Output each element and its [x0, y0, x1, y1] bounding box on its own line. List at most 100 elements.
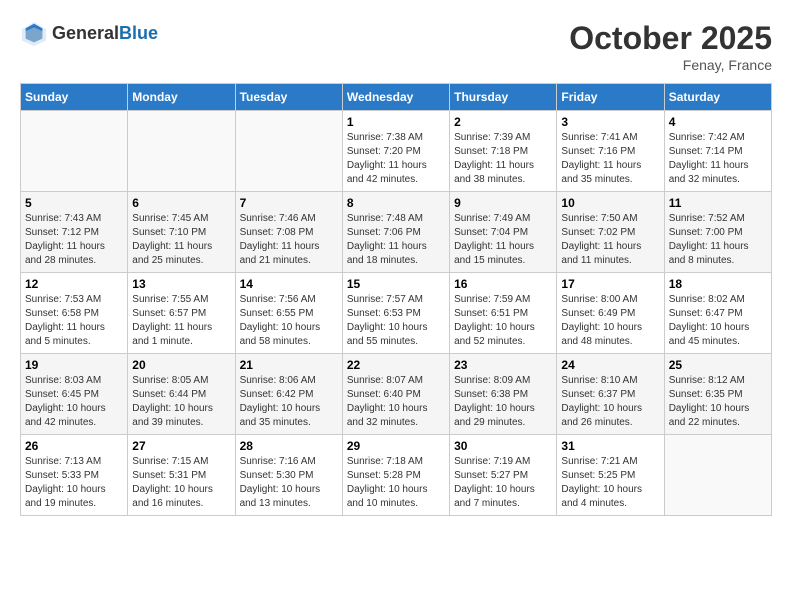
- day-number: 25: [669, 358, 767, 372]
- day-info: Sunrise: 8:10 AM Sunset: 6:37 PM Dayligh…: [561, 374, 659, 430]
- day-number: 14: [240, 277, 338, 291]
- day-number: 12: [25, 277, 123, 291]
- calendar-cell-w2-d4: 8Sunrise: 7:48 AM Sunset: 7:06 PM Daylig…: [342, 192, 449, 273]
- day-number: 24: [561, 358, 659, 372]
- day-number: 16: [454, 277, 552, 291]
- calendar-cell-w5-d4: 29 Sunrise: 7:18 AM Sunset: 5:28 PM Dayli…: [342, 435, 449, 516]
- day-info: Sunrise: 8:07 AM Sunset: 6:40 PM Dayligh…: [347, 374, 445, 430]
- day-info: Sunrise: 7:55 AM Sunset: 6:57 PM Dayligh…: [132, 293, 230, 349]
- day-info: Sunrise: 8:00 AM Sunset: 6:49 PM Dayligh…: [561, 293, 659, 349]
- calendar-cell-w1-d2: [128, 111, 235, 192]
- calendar-week-5: 26Sunrise: 7:13 AM Sunset: 5:33 PM Dayli…: [21, 435, 772, 516]
- day-number: 9: [454, 196, 552, 210]
- day-number: 19: [25, 358, 123, 372]
- calendar-cell-w1-d7: 4Sunrise: 7:42 AM Sunset: 7:14 PM Daylig…: [664, 111, 771, 192]
- day-info: Sunrise: 7:59 AM Sunset: 6:51 PM Dayligh…: [454, 293, 552, 349]
- title-block: October 2025 Fenay, France: [569, 20, 772, 73]
- day-number: 31: [561, 439, 659, 453]
- calendar-cell-w3-d3: 14 Sunrise: 7:56 AM Sunset: 6:55 PM Dayli…: [235, 273, 342, 354]
- calendar-cell-w4-d6: 24 Sunrise: 8:10 AM Sunset: 6:37 PM Dayli…: [557, 354, 664, 435]
- calendar-cell-w5-d2: 27Sunrise: 7:15 AM Sunset: 5:31 PM Dayli…: [128, 435, 235, 516]
- day-info: Sunrise: 8:09 AM Sunset: 6:38 PM Dayligh…: [454, 374, 552, 430]
- calendar-cell-w3-d5: 16 Sunrise: 7:59 AM Sunset: 6:51 PM Dayli…: [450, 273, 557, 354]
- calendar-cell-w1-d1: [21, 111, 128, 192]
- day-info: Sunrise: 7:15 AM Sunset: 5:31 PM Dayligh…: [132, 455, 230, 511]
- calendar-cell-w1-d6: 3Sunrise: 7:41 AM Sunset: 7:16 PM Daylig…: [557, 111, 664, 192]
- day-info: Sunrise: 7:16 AM Sunset: 5:30 PM Dayligh…: [240, 455, 338, 511]
- calendar: Sunday Monday Tuesday Wednesday Thursday…: [20, 83, 772, 516]
- calendar-cell-w1-d3: [235, 111, 342, 192]
- day-info: Sunrise: 7:13 AM Sunset: 5:33 PM Dayligh…: [25, 455, 123, 511]
- day-number: 18: [669, 277, 767, 291]
- day-info: Sunrise: 8:03 AM Sunset: 6:45 PM Dayligh…: [25, 374, 123, 430]
- day-number: 20: [132, 358, 230, 372]
- col-sunday: Sunday: [21, 84, 128, 111]
- day-info: Sunrise: 7:56 AM Sunset: 6:55 PM Dayligh…: [240, 293, 338, 349]
- day-number: 6: [132, 196, 230, 210]
- calendar-cell-w5-d7: [664, 435, 771, 516]
- calendar-cell-w5-d3: 28 Sunrise: 7:16 AM Sunset: 5:30 PM Dayli…: [235, 435, 342, 516]
- day-info: Sunrise: 7:41 AM Sunset: 7:16 PM Dayligh…: [561, 131, 659, 187]
- calendar-cell-w2-d2: 6Sunrise: 7:45 AM Sunset: 7:10 PM Daylig…: [128, 192, 235, 273]
- day-info: Sunrise: 7:57 AM Sunset: 6:53 PM Dayligh…: [347, 293, 445, 349]
- calendar-cell-w4-d1: 19 Sunrise: 8:03 AM Sunset: 6:45 PM Dayli…: [21, 354, 128, 435]
- calendar-cell-w2-d6: 10 Sunrise: 7:50 AM Sunset: 7:02 PM Dayli…: [557, 192, 664, 273]
- day-number: 5: [25, 196, 123, 210]
- page-header: GeneralBlue October 2025 Fenay, France: [20, 20, 772, 73]
- col-thursday: Thursday: [450, 84, 557, 111]
- calendar-cell-w5-d6: 31 Sunrise: 7:21 AM Sunset: 5:25 PM Dayli…: [557, 435, 664, 516]
- calendar-cell-w4-d4: 22 Sunrise: 8:07 AM Sunset: 6:40 PM Dayli…: [342, 354, 449, 435]
- col-saturday: Saturday: [664, 84, 771, 111]
- calendar-cell-w5-d5: 30Sunrise: 7:19 AM Sunset: 5:27 PM Dayli…: [450, 435, 557, 516]
- day-number: 22: [347, 358, 445, 372]
- logo-general: General: [52, 23, 119, 43]
- calendar-cell-w3-d7: 18Sunrise: 8:02 AM Sunset: 6:47 PM Dayli…: [664, 273, 771, 354]
- col-friday: Friday: [557, 84, 664, 111]
- day-number: 1: [347, 115, 445, 129]
- day-info: Sunrise: 7:53 AM Sunset: 6:58 PM Dayligh…: [25, 293, 123, 349]
- day-info: Sunrise: 7:46 AM Sunset: 7:08 PM Dayligh…: [240, 212, 338, 268]
- calendar-week-2: 5 Sunrise: 7:43 AM Sunset: 7:12 PM Daylig…: [21, 192, 772, 273]
- day-info: Sunrise: 7:43 AM Sunset: 7:12 PM Dayligh…: [25, 212, 123, 268]
- calendar-cell-w1-d4: 1 Sunrise: 7:38 AM Sunset: 7:20 PM Daylig…: [342, 111, 449, 192]
- calendar-cell-w4-d2: 20 Sunrise: 8:05 AM Sunset: 6:44 PM Dayli…: [128, 354, 235, 435]
- calendar-header-row: Sunday Monday Tuesday Wednesday Thursday…: [21, 84, 772, 111]
- day-number: 8: [347, 196, 445, 210]
- calendar-cell-w4-d3: 21 Sunrise: 8:06 AM Sunset: 6:42 PM Dayli…: [235, 354, 342, 435]
- calendar-week-4: 19 Sunrise: 8:03 AM Sunset: 6:45 PM Dayli…: [21, 354, 772, 435]
- day-info: Sunrise: 7:18 AM Sunset: 5:28 PM Dayligh…: [347, 455, 445, 511]
- day-number: 17: [561, 277, 659, 291]
- day-number: 29: [347, 439, 445, 453]
- day-number: 28: [240, 439, 338, 453]
- day-number: 10: [561, 196, 659, 210]
- day-info: Sunrise: 7:50 AM Sunset: 7:02 PM Dayligh…: [561, 212, 659, 268]
- day-info: Sunrise: 7:38 AM Sunset: 7:20 PM Dayligh…: [347, 131, 445, 187]
- calendar-cell-w4-d5: 23Sunrise: 8:09 AM Sunset: 6:38 PM Dayli…: [450, 354, 557, 435]
- day-number: 2: [454, 115, 552, 129]
- day-info: Sunrise: 8:05 AM Sunset: 6:44 PM Dayligh…: [132, 374, 230, 430]
- month-title: October 2025: [569, 20, 772, 57]
- calendar-cell-w3-d1: 12 Sunrise: 7:53 AM Sunset: 6:58 PM Dayli…: [21, 273, 128, 354]
- day-info: Sunrise: 8:06 AM Sunset: 6:42 PM Dayligh…: [240, 374, 338, 430]
- day-info: Sunrise: 7:42 AM Sunset: 7:14 PM Dayligh…: [669, 131, 767, 187]
- logo-blue: Blue: [119, 23, 158, 43]
- day-info: Sunrise: 7:21 AM Sunset: 5:25 PM Dayligh…: [561, 455, 659, 511]
- logo-text-block: GeneralBlue: [52, 24, 158, 44]
- day-number: 30: [454, 439, 552, 453]
- calendar-cell-w1-d5: 2Sunrise: 7:39 AM Sunset: 7:18 PM Daylig…: [450, 111, 557, 192]
- day-number: 11: [669, 196, 767, 210]
- calendar-cell-w2-d5: 9Sunrise: 7:49 AM Sunset: 7:04 PM Daylig…: [450, 192, 557, 273]
- day-info: Sunrise: 7:52 AM Sunset: 7:00 PM Dayligh…: [669, 212, 767, 268]
- col-tuesday: Tuesday: [235, 84, 342, 111]
- logo-icon: [20, 20, 48, 48]
- day-number: 13: [132, 277, 230, 291]
- day-number: 15: [347, 277, 445, 291]
- logo: GeneralBlue: [20, 20, 158, 48]
- calendar-week-3: 12 Sunrise: 7:53 AM Sunset: 6:58 PM Dayli…: [21, 273, 772, 354]
- day-number: 21: [240, 358, 338, 372]
- calendar-cell-w3-d2: 13 Sunrise: 7:55 AM Sunset: 6:57 PM Dayli…: [128, 273, 235, 354]
- calendar-cell-w2-d3: 7Sunrise: 7:46 AM Sunset: 7:08 PM Daylig…: [235, 192, 342, 273]
- col-wednesday: Wednesday: [342, 84, 449, 111]
- col-monday: Monday: [128, 84, 235, 111]
- calendar-cell-w4-d7: 25Sunrise: 8:12 AM Sunset: 6:35 PM Dayli…: [664, 354, 771, 435]
